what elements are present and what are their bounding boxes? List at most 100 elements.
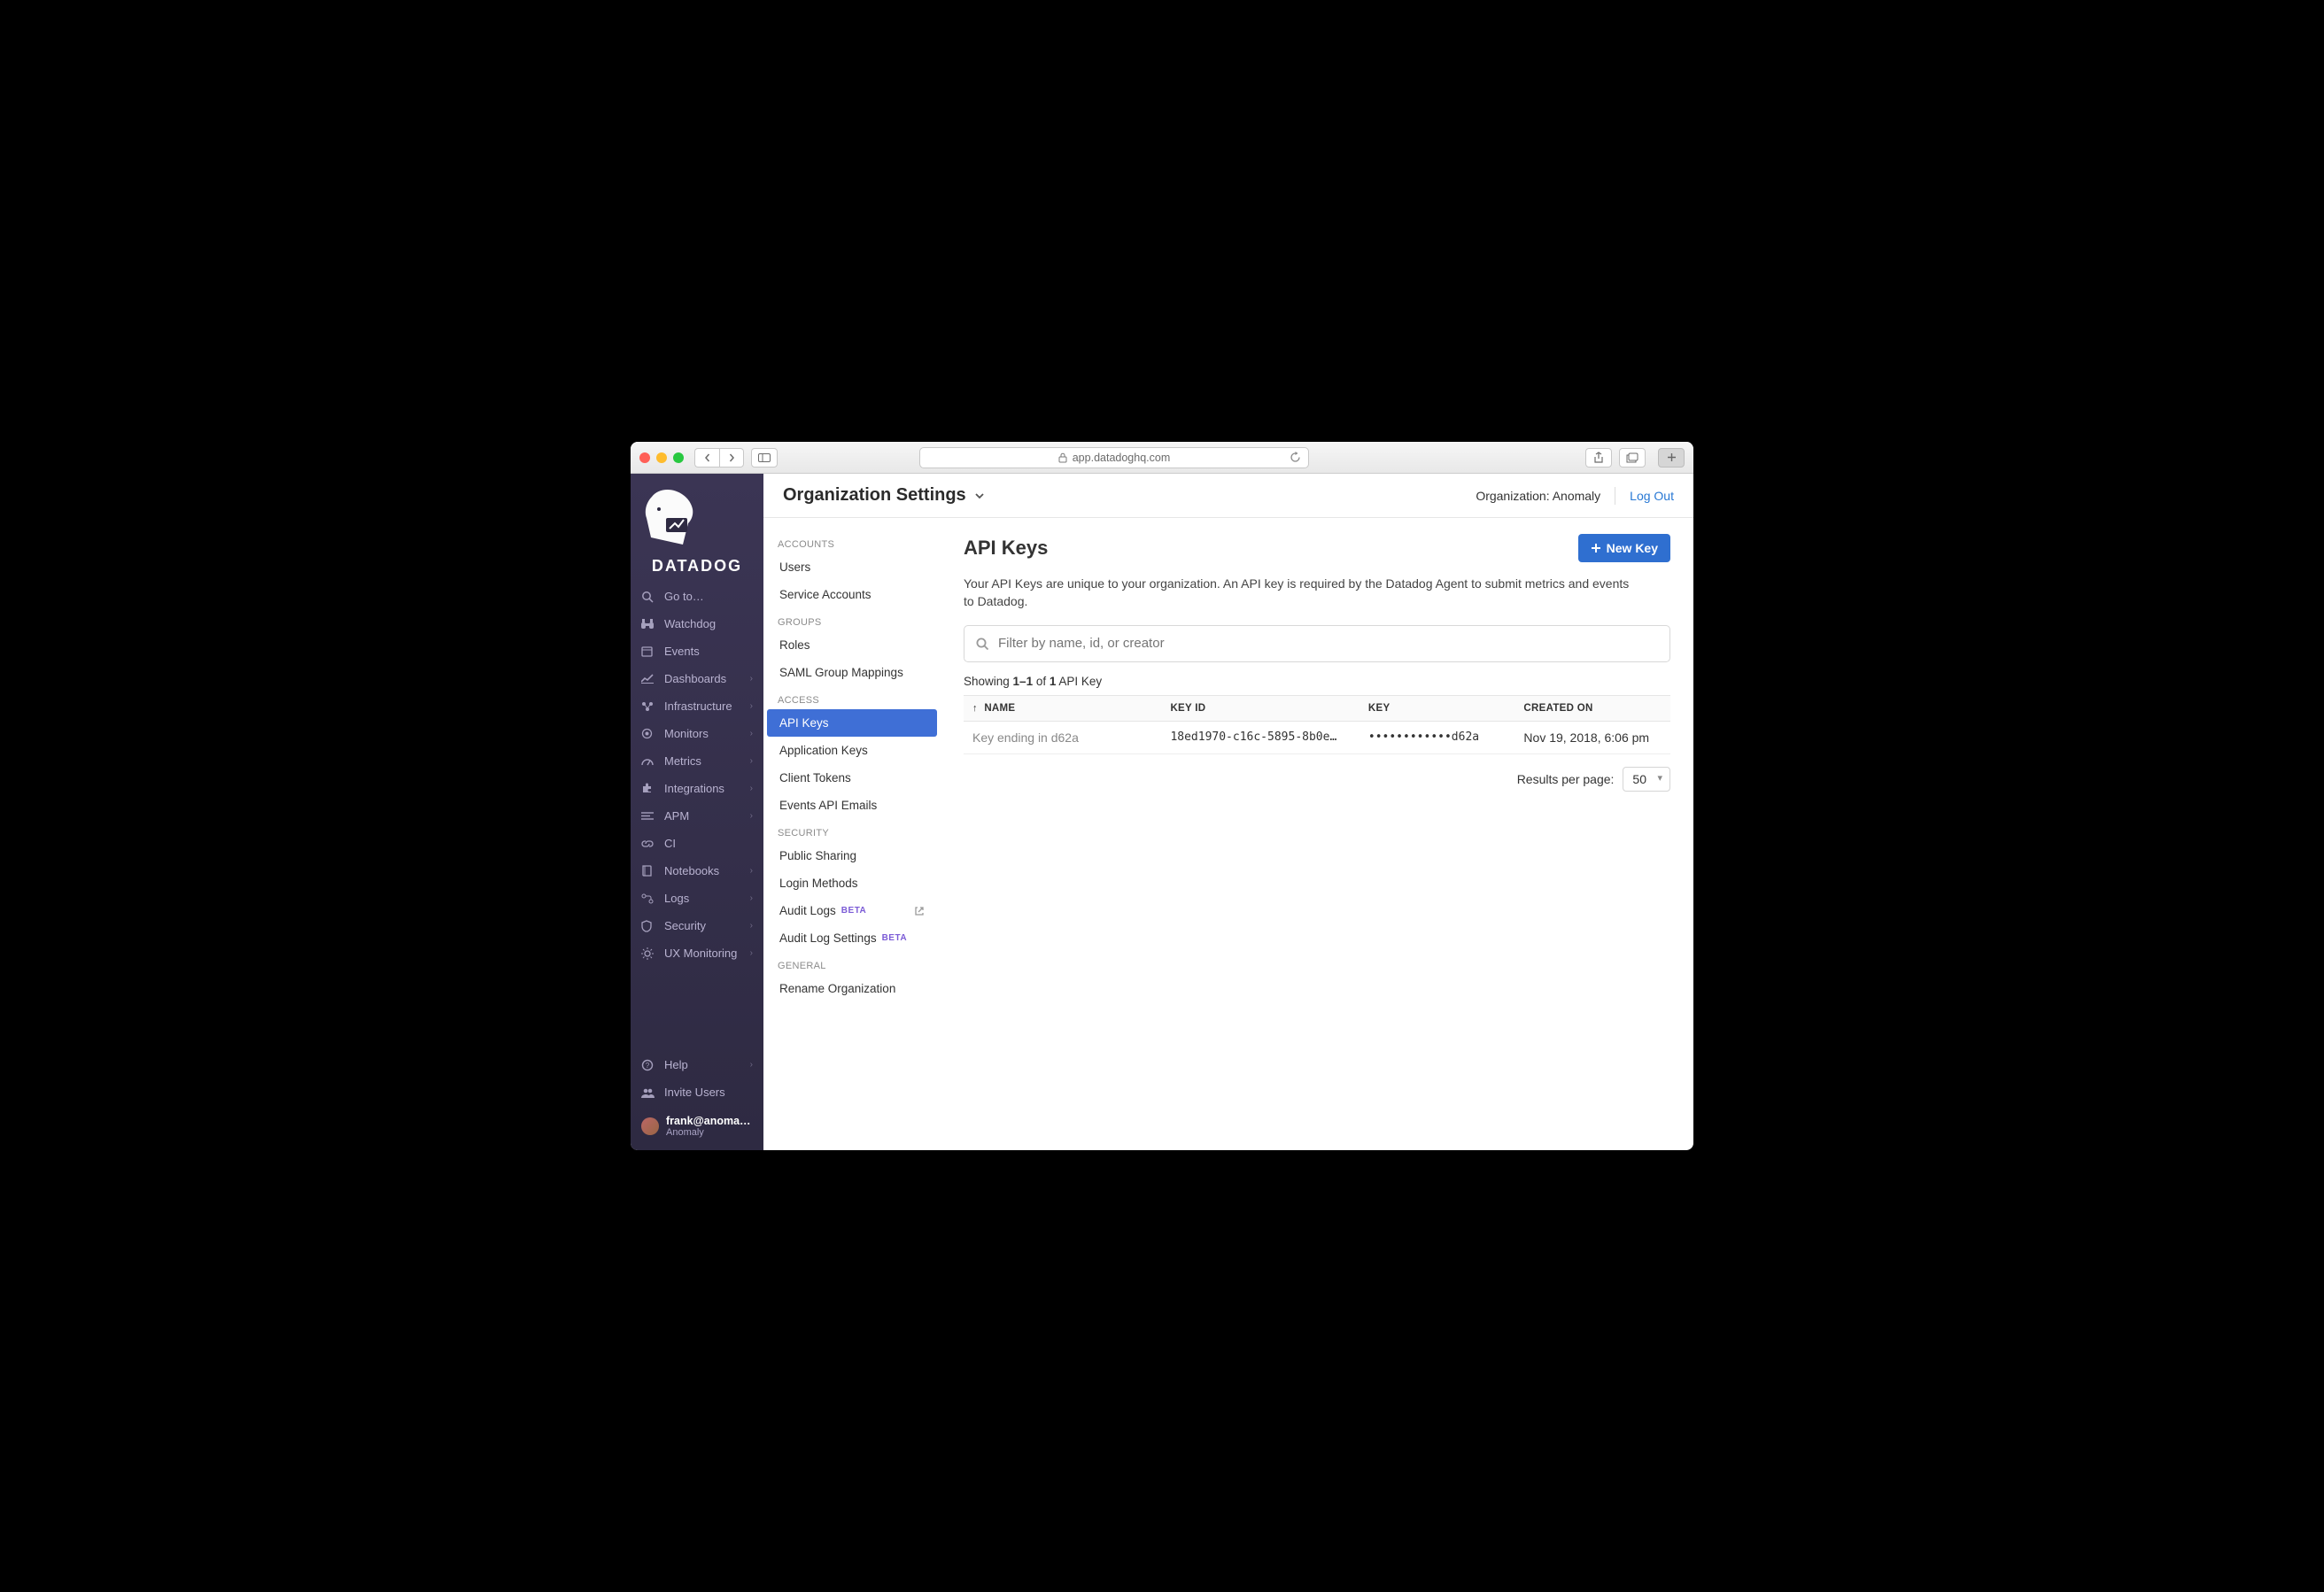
nav-help[interactable]: ? Help › [631,1051,763,1078]
subnav-item-label: SAML Group Mappings [779,666,903,679]
chart-icon [641,674,655,684]
settings-subnav: ACCOUNTSUsersService AccountsGROUPSRoles… [763,518,941,1150]
nav-item-label: Monitors [664,727,709,740]
subnav-item-events-api-emails[interactable]: Events API Emails [763,792,941,819]
col-created[interactable]: CREATED ON [1514,695,1670,721]
forward-button[interactable] [719,448,744,468]
nav-item-apm[interactable]: APM› [631,802,763,830]
subnav-item-client-tokens[interactable]: Client Tokens [763,764,941,792]
nav-item-label: UX Monitoring [664,947,737,960]
subnav-item-audit-logs[interactable]: Audit Logs BETA [763,897,941,924]
nav-item-integrations[interactable]: Integrations› [631,775,763,802]
url-host: app.datadoghq.com [1073,452,1171,464]
subnav-group-access: ACCESS [763,686,941,709]
plus-icon [1591,543,1601,553]
users-icon [641,1087,655,1098]
search-icon [641,591,655,603]
filter-input[interactable] [998,636,1659,651]
page-title: Organization Settings [783,485,986,506]
results-per-page-select[interactable]: 50 [1623,767,1670,792]
gauge-icon [641,756,655,766]
subnav-item-application-keys[interactable]: Application Keys [763,737,941,764]
nav-item-label: CI [664,837,676,850]
svg-text:?: ? [646,1062,650,1070]
tabs-button[interactable] [1619,448,1646,468]
subnav-item-label: Users [779,560,810,574]
chevron-right-icon: › [750,784,753,793]
nav-item-dashboards[interactable]: Dashboards› [631,665,763,692]
nav-item-label: Security [664,919,706,932]
subnav-item-users[interactable]: Users [763,553,941,581]
logout-link[interactable]: Log Out [1630,489,1674,503]
filter-box[interactable] [964,625,1670,662]
browser-window: app.datadoghq.com [631,442,1693,1150]
sidebar-icon [758,453,771,462]
nav-item-watchdog[interactable]: Watchdog [631,610,763,638]
subnav-item-label: Client Tokens [779,771,851,784]
subnav-item-rename-organization[interactable]: Rename Organization [763,975,941,1002]
user-menu[interactable]: frank@anoma… Anomaly [631,1106,763,1150]
cell-key: ••••••••••••d62a [1360,721,1515,753]
share-button[interactable] [1585,448,1612,468]
reload-icon [1290,452,1301,463]
nav-goto[interactable]: Go to… [631,583,763,610]
brand-name: DATADOG [634,557,760,576]
cell-created: Nov 19, 2018, 6:06 pm [1514,721,1670,753]
nav-item-events[interactable]: Events [631,638,763,665]
chevron-right-icon: › [750,811,753,821]
subnav-item-service-accounts[interactable]: Service Accounts [763,581,941,608]
nav-item-security[interactable]: Security › [631,912,763,939]
col-key-id[interactable]: KEY ID [1161,695,1359,721]
sidebar-toggle-button[interactable] [751,448,778,468]
reload-button[interactable] [1290,452,1301,463]
chevron-right-icon: › [750,701,753,711]
subnav-item-label: Login Methods [779,877,858,890]
subnav-item-public-sharing[interactable]: Public Sharing [763,842,941,869]
nav-item-ux-monitoring[interactable]: UX Monitoring › [631,939,763,967]
minimize-window-button[interactable] [656,452,667,463]
chevron-right-icon: › [750,893,753,903]
chevron-down-icon[interactable] [973,490,986,502]
maximize-window-button[interactable] [673,452,684,463]
browser-chrome: app.datadoghq.com [631,442,1693,474]
subnav-group-general: GENERAL [763,952,941,975]
col-key[interactable]: KEY [1360,695,1515,721]
nav-item-logs[interactable]: Logs› [631,885,763,912]
nav-item-metrics[interactable]: Metrics› [631,747,763,775]
subnav-group-groups: GROUPS [763,608,941,631]
back-button[interactable] [694,448,719,468]
new-key-button[interactable]: New Key [1578,534,1670,562]
org-label: Organization: Anomaly [1476,489,1600,503]
content-title: API Keys [964,537,1048,560]
content-area: API Keys New Key Your API Keys are uniqu… [941,518,1693,1150]
cell-key-id: 18ed1970-c16c-5895-8b0e… [1161,721,1359,753]
address-bar[interactable]: app.datadoghq.com [919,447,1309,468]
beta-badge: BETA [841,906,866,916]
nav-help-label: Help [664,1058,688,1071]
nav-item-ci[interactable]: CI [631,830,763,857]
subnav-item-saml-group-mappings[interactable]: SAML Group Mappings [763,659,941,686]
nav-invite-users[interactable]: Invite Users [631,1078,763,1106]
close-window-button[interactable] [639,452,650,463]
table-row[interactable]: Key ending in d62a18ed1970-c16c-5895-8b0… [964,721,1670,753]
col-name[interactable]: ↑ NAME [964,695,1161,721]
shield-icon [641,920,655,932]
nav-item-infrastructure[interactable]: Infrastructure› [631,692,763,720]
lines-icon [641,811,655,821]
subnav-item-audit-log-settings[interactable]: Audit Log Settings BETA [763,924,941,952]
nav-item-monitors[interactable]: Monitors› [631,720,763,747]
nodes-icon [641,701,655,712]
subnav-item-roles[interactable]: Roles [763,631,941,659]
chevron-right-icon: › [750,948,753,958]
new-tab-button[interactable] [1658,448,1685,468]
help-icon: ? [641,1059,655,1071]
nav-item-label: Dashboards [664,672,726,685]
subnav-item-login-methods[interactable]: Login Methods [763,869,941,897]
subnav-item-api-keys[interactable]: API Keys [767,709,937,737]
chevron-right-icon: › [750,921,753,931]
book-icon [641,865,655,877]
nav-item-notebooks[interactable]: Notebooks› [631,857,763,885]
subnav-item-label: Rename Organization [779,982,895,995]
beta-badge: BETA [882,933,907,943]
link-icon [641,839,655,849]
